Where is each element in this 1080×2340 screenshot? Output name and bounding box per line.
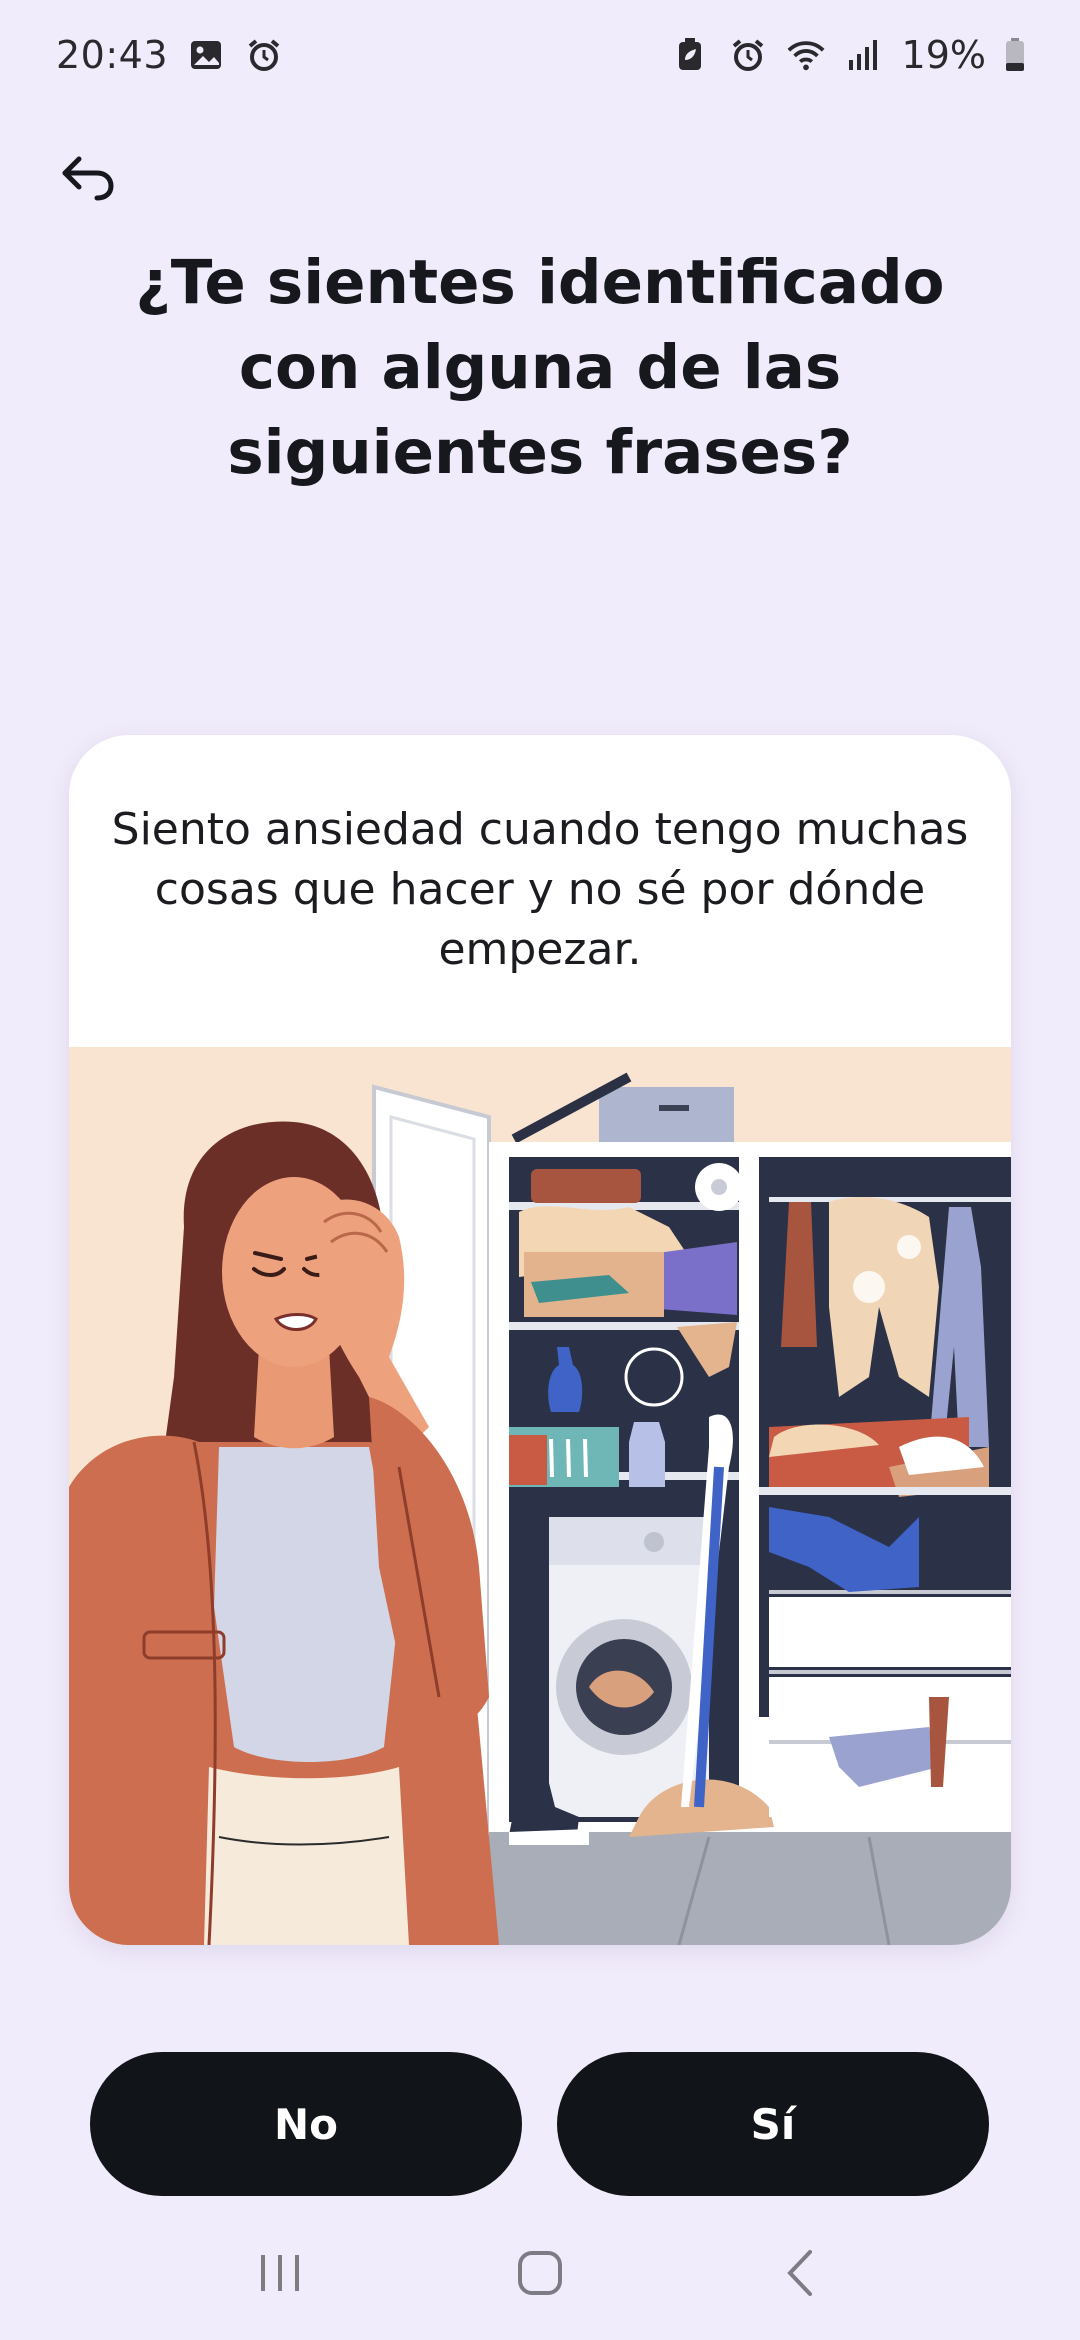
signal-icon — [844, 35, 884, 75]
woman-overwhelmed-illustration — [69, 1047, 1011, 1945]
page-title: ¿Te sientes identificado con alguna de l… — [135, 247, 945, 488]
statement-text: Siento ansiedad cuando tengo muchas cosa… — [111, 804, 969, 975]
recent-apps-button[interactable] — [240, 2235, 320, 2315]
wifi-icon — [786, 35, 826, 75]
status-time: 20:43 — [56, 33, 169, 77]
battery-saver-icon — [670, 35, 710, 75]
alarm-icon — [244, 35, 284, 75]
back-icon — [785, 2249, 815, 2301]
battery-icon — [1004, 35, 1026, 75]
back-button[interactable] — [48, 140, 128, 220]
home-icon — [517, 2250, 563, 2300]
status-left: 20:43 — [56, 33, 284, 77]
back-arrow-icon — [59, 153, 117, 207]
system-nav-bar — [0, 2210, 1080, 2340]
status-right: 19% — [670, 33, 1026, 77]
recent-apps-icon — [257, 2253, 303, 2297]
statement-card: Siento ansiedad cuando tengo muchas cosa… — [69, 735, 1011, 1945]
alarm-icon — [728, 35, 768, 75]
no-button[interactable]: No — [90, 2052, 522, 2196]
home-button[interactable] — [500, 2235, 580, 2315]
battery-percentage: 19% — [901, 33, 986, 77]
yes-button[interactable]: Sí — [557, 2052, 989, 2196]
nav-back-button[interactable] — [760, 2235, 840, 2315]
status-bar: 20:43 19% — [0, 0, 1080, 110]
gallery-icon — [186, 35, 226, 75]
